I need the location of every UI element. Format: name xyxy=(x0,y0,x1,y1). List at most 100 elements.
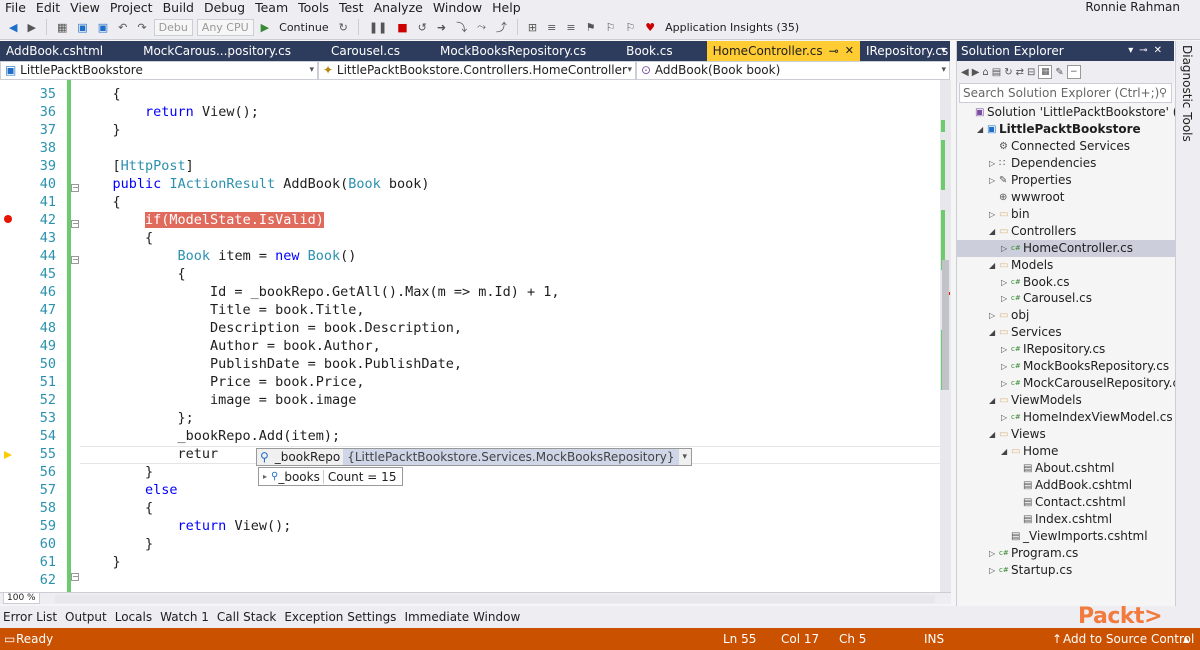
editor-horizontal-scrollbar[interactable] xyxy=(55,595,935,603)
collapse-icon[interactable]: − xyxy=(71,220,79,228)
collapsed-arrow-icon[interactable]: ▷ xyxy=(1001,409,1007,426)
tree-item[interactable]: ◢ ▭ Models xyxy=(957,257,1175,274)
tree-item[interactable]: ▷ ▭ obj xyxy=(957,307,1175,324)
menu-test[interactable]: Test xyxy=(334,0,369,15)
chevron-up-icon[interactable]: ▴ xyxy=(1183,628,1189,650)
collapsed-arrow-icon[interactable]: ▷ xyxy=(989,172,995,189)
tree-item[interactable]: ▷ ✎ Properties xyxy=(957,172,1175,189)
hex-display-icon[interactable]: ⊞ xyxy=(525,21,540,34)
tree-item[interactable]: ▷ c# MockCarouselRepository.cs xyxy=(957,375,1185,392)
step-over-icon[interactable]: ⤳ xyxy=(474,20,489,34)
tree-item[interactable]: ▤ About.cshtml xyxy=(957,460,1175,477)
menu-build[interactable]: Build xyxy=(158,0,199,15)
collapsed-arrow-icon[interactable]: ▷ xyxy=(1001,375,1007,392)
pin-datatip-icon[interactable]: ⚲ xyxy=(257,450,272,464)
forward-icon[interactable]: ▶ xyxy=(972,67,980,78)
code-line[interactable]: 52 image = book.image xyxy=(0,391,940,409)
tree-item[interactable]: ▤ Contact.cshtml xyxy=(957,494,1175,511)
show-all-files-icon[interactable]: ▦ xyxy=(1038,65,1053,79)
code-line[interactable]: 61 } xyxy=(0,553,940,571)
tree-item[interactable]: ▷ ∷ Dependencies xyxy=(957,155,1175,172)
bookmark-prev-icon[interactable]: ⚐ xyxy=(602,21,618,34)
code-line[interactable]: 50 PublishDate = book.PublishDate, xyxy=(0,355,940,373)
menu-debug[interactable]: Debug xyxy=(199,0,250,15)
tree-item[interactable]: ▷ c# MockBooksRepository.cs xyxy=(957,358,1175,375)
restart-icon[interactable]: ↺ xyxy=(415,21,430,34)
stop-icon[interactable]: ■ xyxy=(394,21,410,34)
scrollbar-thumb[interactable] xyxy=(942,260,949,390)
collapse-icon[interactable]: − xyxy=(71,573,79,581)
code-line[interactable]: 49 Author = book.Author, xyxy=(0,337,940,355)
tab-output[interactable]: Output xyxy=(62,610,110,624)
datatip-child[interactable]: ▸ ⚲ _books Count = 15 xyxy=(258,467,404,486)
tree-item[interactable]: ▷ c# Startup.cs xyxy=(957,562,1175,579)
code-line[interactable]: 41 { xyxy=(0,193,940,211)
collapsed-arrow-icon[interactable]: ▷ xyxy=(1001,274,1007,291)
tab-locals[interactable]: Locals xyxy=(112,610,155,624)
code-line[interactable]: 57 else xyxy=(0,481,940,499)
properties-wrench-icon[interactable]: ✎ xyxy=(1055,67,1063,78)
tree-item[interactable]: ▷ ▭ bin xyxy=(957,206,1175,223)
code-line[interactable]: 42 if(ModelState.IsValid) xyxy=(0,211,940,229)
tree-item[interactable]: ▷ c# HomeIndexViewModel.cs xyxy=(957,409,1175,426)
code-editor[interactable]: 35 {36 return View(); 37 } 38 39 [HttpPost]… xyxy=(0,80,940,592)
save-icon[interactable]: ▣ xyxy=(74,21,90,34)
code-line[interactable]: 54 _bookRepo.Add(item); xyxy=(0,427,940,445)
tree-item[interactable]: ▤ Index.cshtml xyxy=(957,511,1175,528)
bookmark-next-icon[interactable]: ⚐ xyxy=(622,21,638,34)
uncomment-icon[interactable]: ≡ xyxy=(563,21,578,34)
datatip[interactable]: ⚲ _bookRepo {LittlePacktBookstore.Servic… xyxy=(256,448,693,466)
collapsed-arrow-icon[interactable]: ▷ xyxy=(989,545,995,562)
menu-project[interactable]: Project xyxy=(105,0,158,15)
refresh-icon[interactable]: ↻ xyxy=(336,21,351,34)
datatip-value[interactable]: {LittlePacktBookstore.Services.MockBooks… xyxy=(343,449,679,465)
tab-mockbooks-repository[interactable]: MockBooksRepository.cs xyxy=(434,41,592,61)
switch-views-icon[interactable]: ▤ xyxy=(992,67,1001,78)
collapsed-arrow-icon[interactable]: ▷ xyxy=(989,562,995,579)
continue-button[interactable]: Continue xyxy=(276,21,331,34)
tab-watch-1[interactable]: Watch 1 xyxy=(157,610,212,624)
undo-icon[interactable]: ↶ xyxy=(115,21,130,34)
member-dropdown[interactable]: ⊙ AddBook(Book book) ▾ xyxy=(636,61,950,80)
menu-tools[interactable]: Tools xyxy=(293,0,334,15)
tree-item[interactable]: ▷ c# HomeController.cs xyxy=(957,239,1175,257)
tab-book-cs[interactable]: Book.cs xyxy=(620,41,679,61)
code-line[interactable]: 37 } xyxy=(0,121,940,139)
expand-arrow-icon[interactable]: ▸ xyxy=(259,472,271,481)
code-line[interactable]: 47 Title = book.Title, xyxy=(0,301,940,319)
user-name[interactable]: Ronnie Rahman xyxy=(1085,0,1180,14)
tree-item[interactable]: ⊕ wwwroot xyxy=(957,189,1175,206)
tree-item[interactable]: ▷ c# Book.cs xyxy=(957,274,1175,291)
menu-edit[interactable]: Edit xyxy=(31,0,65,15)
tab-carousel-cs[interactable]: Carousel.cs xyxy=(325,41,406,61)
tree-item[interactable]: ▷ c# IRepository.cs xyxy=(957,341,1175,358)
expanded-arrow-icon[interactable]: ◢ xyxy=(989,223,995,240)
new-project-icon[interactable]: ▦ xyxy=(54,21,70,34)
code-line[interactable]: 48 Description = book.Description, xyxy=(0,319,940,337)
back-icon[interactable]: ◀ xyxy=(961,67,969,78)
menu-window[interactable]: Window xyxy=(428,0,487,15)
close-tab-icon[interactable]: ✕ xyxy=(845,41,854,61)
tree-item[interactable]: ◢ ▭ Controllers xyxy=(957,223,1175,240)
pin-icon[interactable]: ⊸ xyxy=(829,41,839,61)
tree-item[interactable]: ◢ ▭ Services xyxy=(957,324,1175,341)
chevron-down-icon[interactable]: ▾ xyxy=(679,452,692,462)
comment-icon[interactable]: ≡ xyxy=(544,21,559,34)
platform-select[interactable]: Any CPU xyxy=(196,18,254,36)
add-to-source-control-button[interactable]: Add to Source Control xyxy=(1063,628,1194,650)
menu-file[interactable]: File xyxy=(0,0,31,15)
back-icon[interactable]: ◀ xyxy=(6,21,20,34)
expanded-arrow-icon[interactable]: ◢ xyxy=(989,257,995,274)
code-line[interactable]: 39 [HttpPost] xyxy=(0,157,940,175)
tree-item[interactable]: ▤ AddBook.cshtml xyxy=(957,477,1175,494)
code-line[interactable]: 45 { xyxy=(0,265,940,283)
tree-item[interactable]: ▤ _ViewImports.cshtml xyxy=(957,528,1175,545)
breakpoint-icon[interactable] xyxy=(4,215,12,223)
continue-icon[interactable]: ▶ xyxy=(258,21,272,34)
collapsed-arrow-icon[interactable]: ▷ xyxy=(1001,358,1007,375)
tab-error-list[interactable]: Error List xyxy=(0,610,60,624)
pending-changes-icon[interactable]: ↻ xyxy=(1004,67,1012,78)
code-line[interactable]: 36 return View(); xyxy=(0,103,940,121)
tab-overflow-icon[interactable]: ▾ xyxy=(941,41,946,61)
code-line[interactable]: 46 Id = _bookRepo.GetAll().Max(m => m.Id… xyxy=(0,283,940,301)
